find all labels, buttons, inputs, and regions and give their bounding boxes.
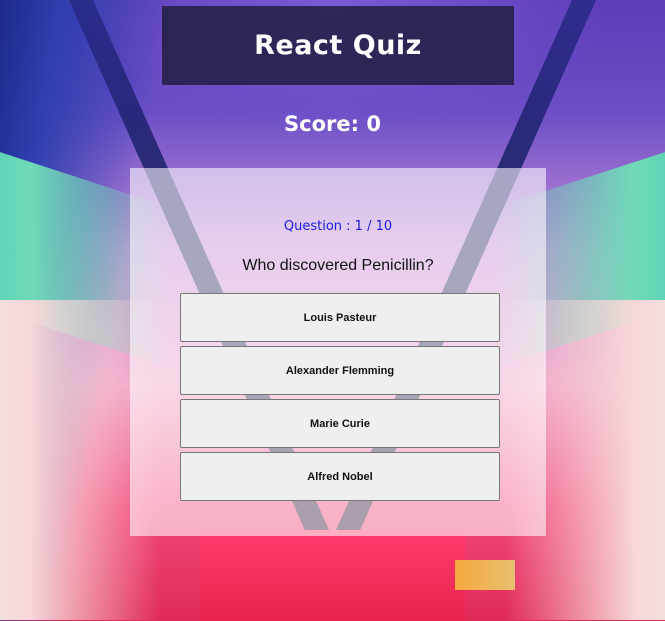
background-floor: [200, 530, 465, 621]
title-banner: React Quiz: [162, 6, 514, 85]
answer-button-louis-pasteur[interactable]: Louis Pasteur: [180, 293, 500, 342]
question-counter: Question : 1 / 10: [283, 219, 393, 234]
app-background: React Quiz Score: 0 Question : 1 / 10 Wh…: [0, 0, 665, 621]
answer-button-marie-curie[interactable]: Marie Curie: [180, 399, 500, 448]
quiz-card: Question : 1 / 10 Who discovered Penicil…: [130, 168, 546, 536]
answer-button-alfred-nobel[interactable]: Alfred Nobel: [180, 452, 500, 501]
background-floor-light: [455, 560, 515, 590]
question-text: Who discovered Penicillin?: [242, 257, 434, 274]
score-display: Score: 0: [284, 112, 381, 136]
answer-button-alexander-flemming[interactable]: Alexander Flemming: [180, 346, 500, 395]
page-title: React Quiz: [254, 30, 422, 61]
answer-list: Louis Pasteur Alexander Flemming Marie C…: [180, 293, 500, 505]
